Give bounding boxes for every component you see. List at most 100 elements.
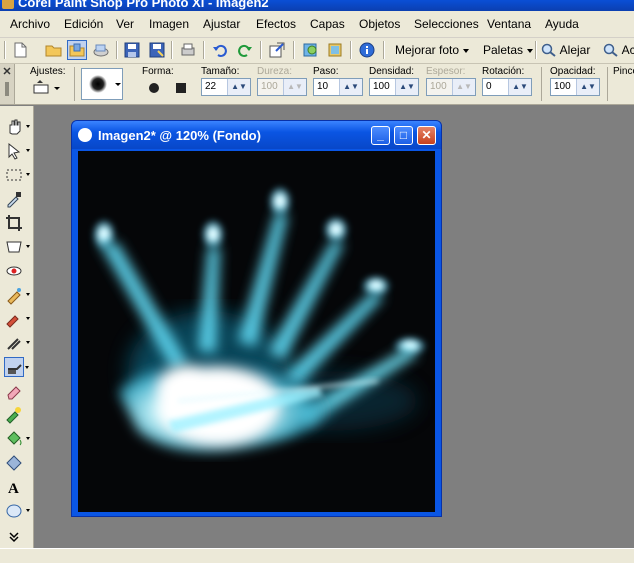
maximize-button[interactable]: □	[394, 126, 413, 145]
info-button[interactable]	[357, 40, 377, 60]
scan-button[interactable]	[91, 40, 111, 60]
chevron-down-icon[interactable]	[26, 293, 30, 296]
menu-ver[interactable]: Ver	[116, 17, 134, 31]
clone-tool[interactable]	[4, 309, 30, 329]
crop-tool[interactable]	[4, 213, 24, 233]
scanner-icon	[93, 44, 109, 57]
rotation-label: Rotación:	[482, 66, 525, 77]
thickness-input[interactable]: 100 ▲▼	[426, 78, 476, 96]
zoom-in-button[interactable]: Ac	[603, 43, 634, 57]
hardness-input[interactable]: 100 ▲▼	[257, 78, 307, 96]
eraser-tool[interactable]	[4, 381, 24, 401]
brush-variants-tool[interactable]	[4, 357, 29, 377]
chevron-down-icon[interactable]	[26, 437, 30, 440]
red-eye-icon	[6, 266, 22, 276]
marquee-icon	[6, 169, 22, 181]
density-value: 100	[373, 81, 390, 92]
spinner-arrows-icon[interactable]: ▲▼	[576, 79, 599, 95]
presets-label: Ajustes:	[30, 66, 66, 77]
options-grip[interactable]	[0, 64, 15, 104]
chevron-down-icon[interactable]	[26, 245, 30, 248]
menu-edicion[interactable]: Edición	[64, 17, 103, 31]
chevron-down-icon[interactable]	[25, 366, 29, 369]
palettes-menu[interactable]: Paletas	[483, 43, 534, 57]
chevron-down-icon[interactable]	[26, 125, 30, 128]
minimize-button[interactable]: _	[371, 126, 390, 145]
open-button[interactable]	[44, 40, 64, 60]
browse-button[interactable]	[67, 40, 87, 60]
photo-tray-button[interactable]	[325, 40, 345, 60]
image-window-title-bar[interactable]: Imagen2* @ 120% (Fondo) _ □ ✕	[72, 121, 441, 149]
round-shape-icon	[149, 83, 159, 93]
spinner-arrows-icon[interactable]: ▲▼	[339, 79, 362, 95]
density-input[interactable]: 100 ▲▼	[369, 78, 419, 96]
chevron-down-icon[interactable]	[26, 317, 30, 320]
shape-round-button[interactable]	[144, 78, 164, 98]
menu-archivo[interactable]: Archivo	[10, 17, 50, 31]
menu-ventana[interactable]: Ventana	[487, 17, 531, 31]
step-input[interactable]: 10 ▲▼	[313, 78, 363, 96]
presets-dropdown[interactable]	[32, 79, 62, 97]
more-tools-button[interactable]	[4, 530, 24, 550]
menu-ajustar[interactable]: Ajustar	[203, 17, 240, 31]
menu-ayuda[interactable]: Ayuda	[545, 17, 579, 31]
brush-tip-icon	[89, 75, 121, 93]
spinner-arrows-icon[interactable]: ▲▼	[508, 79, 531, 95]
pan-tool[interactable]	[4, 117, 30, 137]
menu-efectos[interactable]: Efectos	[256, 17, 296, 31]
spinner-arrows-icon[interactable]: ▲▼	[227, 79, 250, 95]
chevron-down-icon[interactable]	[26, 149, 30, 152]
toolbar-separator	[535, 41, 537, 59]
chevron-down-icon[interactable]	[26, 341, 30, 344]
square-shape-icon	[176, 83, 186, 93]
picture-tube-tool[interactable]	[4, 405, 24, 425]
clone-brush-icon	[6, 315, 19, 328]
size-input[interactable]: 22 ▲▼	[201, 78, 251, 96]
new-file-button[interactable]	[10, 40, 30, 60]
dropper-tool[interactable]	[4, 189, 24, 209]
save-button[interactable]	[122, 40, 142, 60]
text-tool[interactable]: A	[4, 477, 24, 497]
preset-shape-tool[interactable]	[4, 501, 30, 521]
flood-fill-tool[interactable]	[4, 429, 30, 449]
move-tool[interactable]	[4, 237, 30, 257]
brush-label: Pince	[613, 66, 634, 77]
shape-square-button[interactable]	[171, 78, 191, 98]
redo-icon	[238, 44, 252, 57]
toolbar-separator	[293, 41, 295, 59]
undo-button[interactable]	[210, 40, 230, 60]
save-as-button[interactable]	[147, 40, 167, 60]
close-button[interactable]: ✕	[417, 126, 436, 145]
makeover-tool[interactable]	[4, 285, 30, 305]
opacity-input[interactable]: 100 ▲▼	[550, 78, 600, 96]
menu-selecciones[interactable]: Selecciones	[414, 17, 479, 31]
image-canvas[interactable]	[78, 151, 435, 512]
toolbar-separator	[383, 41, 385, 59]
rotation-input[interactable]: 0 ▲▼	[482, 78, 532, 96]
tool-palette: A	[0, 106, 34, 548]
image-window: Imagen2* @ 120% (Fondo) _ □ ✕	[71, 120, 442, 517]
chevron-down-icon[interactable]	[26, 509, 30, 512]
menu-objetos[interactable]: Objetos	[359, 17, 400, 31]
pick-tool[interactable]	[4, 141, 30, 161]
print-button[interactable]	[178, 40, 198, 60]
rotation-value: 0	[486, 81, 492, 92]
red-eye-tool[interactable]	[4, 261, 24, 281]
chevron-down-icon[interactable]	[26, 173, 30, 176]
size-value: 22	[205, 81, 217, 92]
menu-imagen[interactable]: Imagen	[149, 17, 189, 31]
scratch-remover-tool[interactable]	[4, 333, 30, 353]
spinner-arrows-icon[interactable]: ▲▼	[395, 79, 418, 95]
thickness-label: Espesor:	[426, 66, 466, 77]
resize-button[interactable]	[267, 40, 287, 60]
selection-tool[interactable]	[4, 165, 30, 185]
zoom-out-button[interactable]: Alejar	[541, 43, 590, 57]
brush-preview[interactable]	[81, 68, 123, 100]
object-remover-tool[interactable]	[4, 453, 24, 473]
spinner-arrows-icon[interactable]: ▲▼	[452, 79, 475, 95]
menu-capas[interactable]: Capas	[310, 17, 345, 31]
enhance-photo-menu[interactable]: Mejorar foto	[395, 43, 470, 57]
spinner-arrows-icon[interactable]: ▲▼	[283, 79, 306, 95]
refresh-button[interactable]	[301, 40, 321, 60]
redo-button[interactable]	[235, 40, 255, 60]
